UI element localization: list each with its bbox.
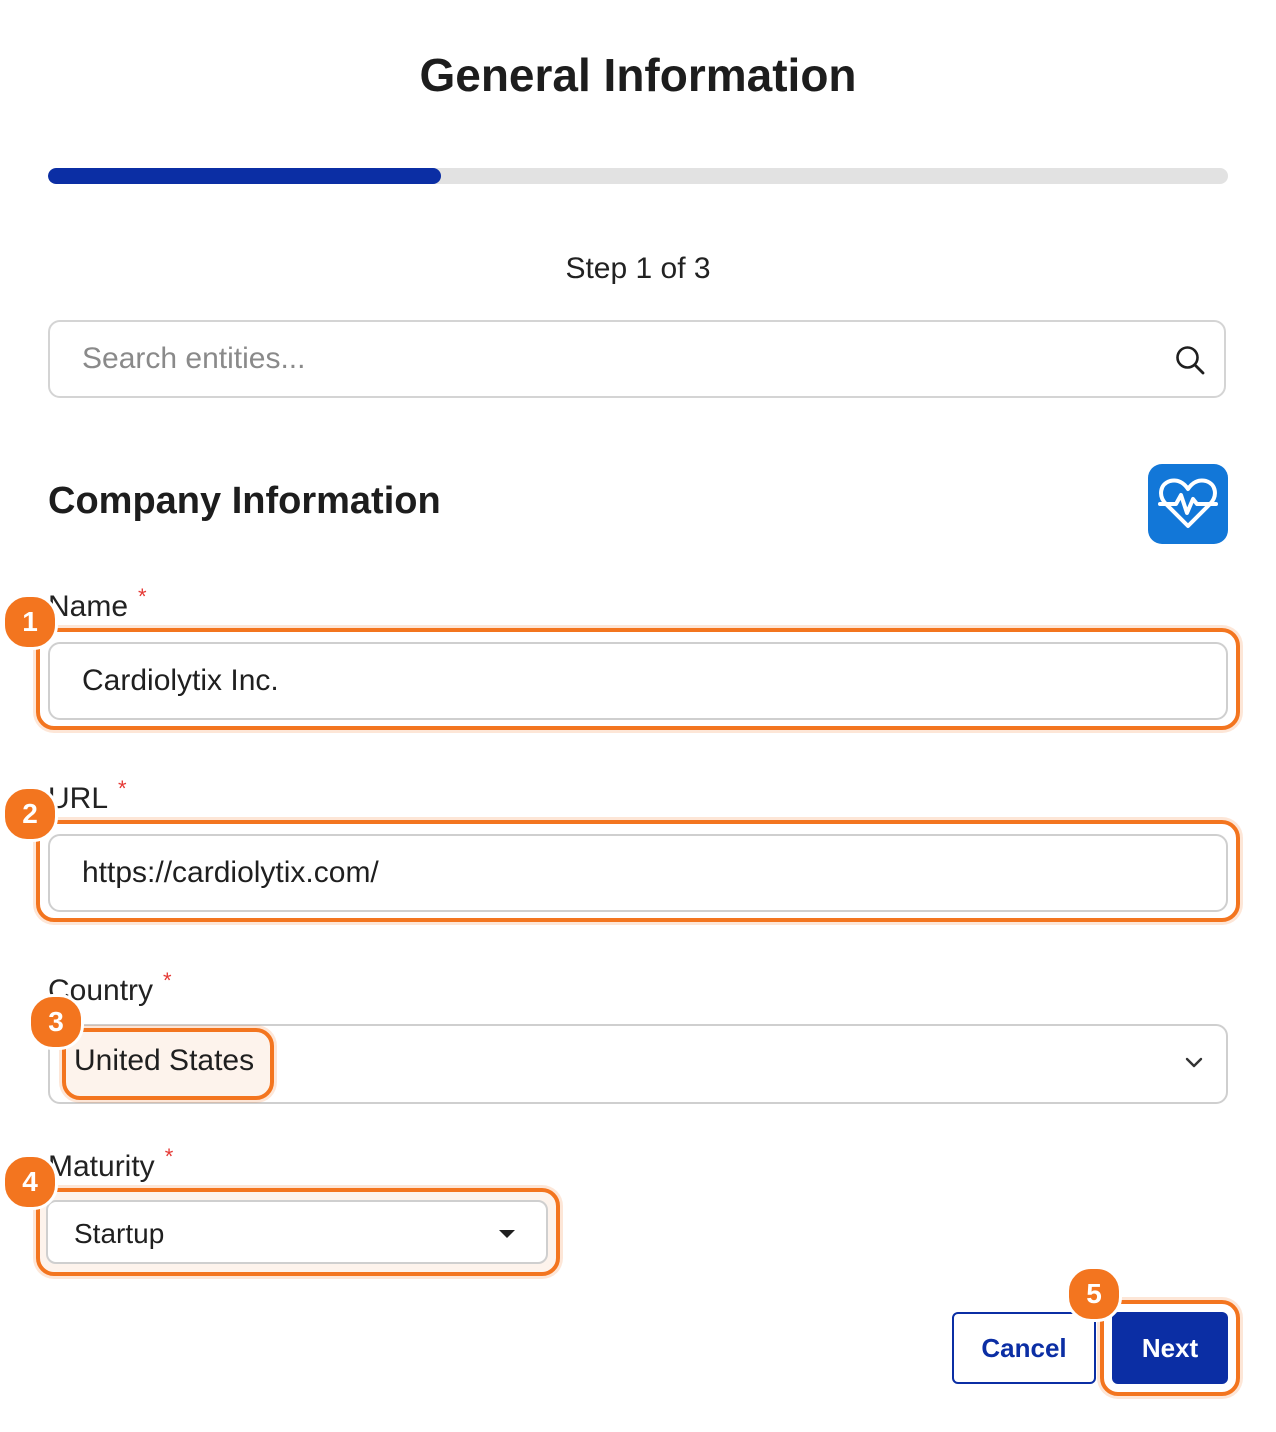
cancel-button[interactable]: Cancel — [952, 1312, 1096, 1384]
required-asterisk: * — [118, 776, 127, 801]
required-asterisk: * — [164, 1144, 174, 1169]
name-label: Name * — [48, 584, 147, 624]
name-field[interactable]: Cardiolytix Inc. — [48, 642, 1228, 720]
progress-bar-fill — [48, 168, 441, 184]
maturity-label-text: Maturity — [48, 1150, 155, 1183]
caret-down-icon — [499, 1230, 515, 1238]
required-asterisk: * — [138, 584, 147, 609]
search-field[interactable] — [48, 320, 1226, 398]
step-marker-3: 3 — [28, 994, 84, 1050]
step-marker-1: 1 — [2, 594, 58, 650]
maturity-select-value: Startup — [74, 1218, 165, 1249]
chevron-down-icon — [1185, 1057, 1203, 1068]
required-asterisk: * — [163, 968, 172, 993]
step-marker-5: 5 — [1066, 1266, 1122, 1322]
url-field-value: https://cardiolytix.com/ — [82, 856, 379, 889]
progress-bar — [48, 168, 1228, 184]
country-select-value: United States — [74, 1044, 255, 1077]
name-label-text: Name — [48, 590, 129, 623]
name-field-value: Cardiolytix Inc. — [82, 664, 279, 697]
step-marker-4: 4 — [2, 1154, 58, 1210]
heart-pulse-icon — [1148, 464, 1228, 544]
step-indicator: Step 1 of 3 — [565, 252, 711, 285]
search-input[interactable] — [82, 322, 1162, 396]
maturity-label: Maturity * — [48, 1144, 173, 1184]
step-marker-2: 2 — [2, 786, 58, 842]
url-label: URL * — [48, 776, 127, 816]
section-title: Company Information — [48, 480, 441, 522]
next-button[interactable]: Next — [1112, 1312, 1228, 1384]
page-title: General Information — [419, 49, 857, 101]
url-field[interactable]: https://cardiolytix.com/ — [48, 834, 1228, 912]
maturity-select[interactable]: Startup — [46, 1200, 548, 1264]
search-icon[interactable] — [1174, 344, 1206, 376]
